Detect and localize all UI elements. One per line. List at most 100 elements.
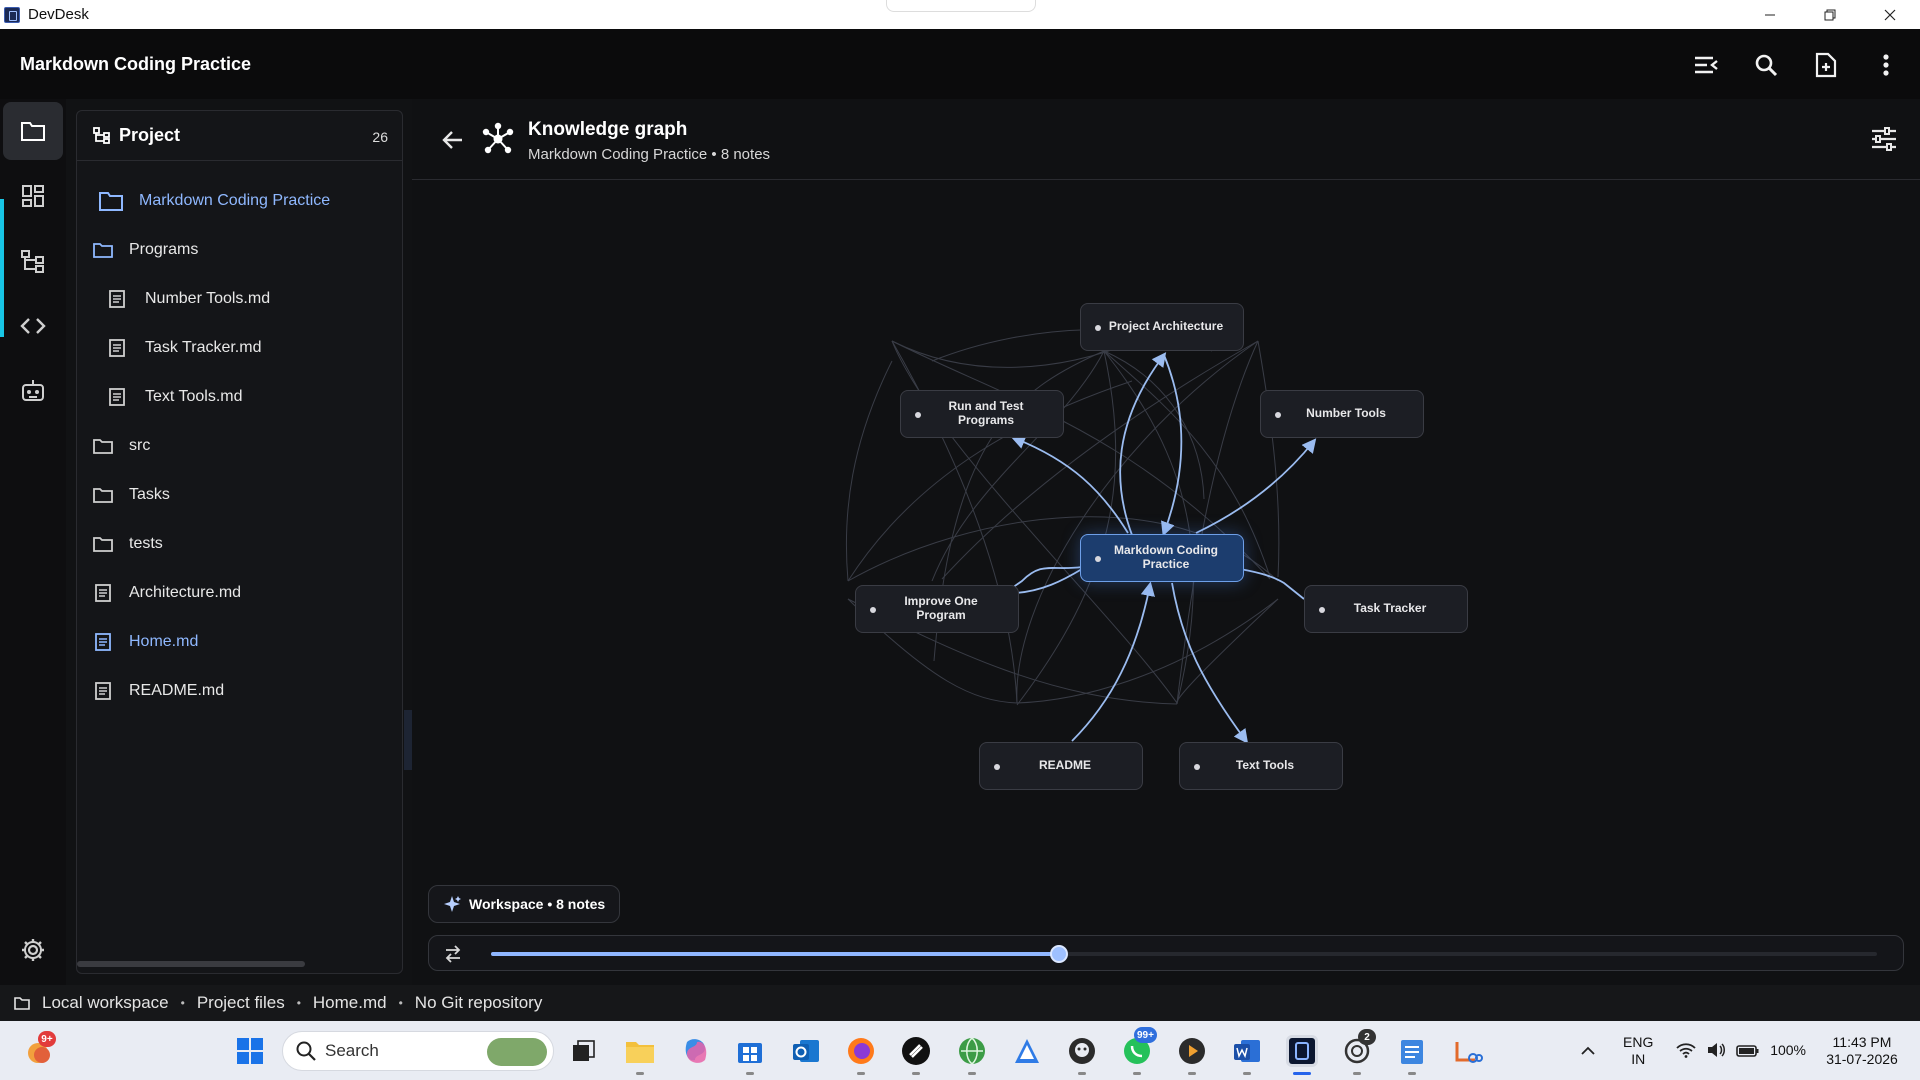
- github-app[interactable]: [1066, 1035, 1098, 1067]
- snipping-tool-app[interactable]: [1452, 1035, 1484, 1067]
- tree-item-architecture[interactable]: Architecture.md: [77, 569, 402, 617]
- tree-item-root[interactable]: Markdown Coding Practice: [77, 177, 402, 225]
- wifi-icon: [1676, 1043, 1696, 1059]
- tree-item-number-tools[interactable]: Number Tools.md: [77, 275, 402, 323]
- panel-horizontal-scrollbar[interactable]: [77, 961, 305, 967]
- search-button[interactable]: [1746, 45, 1786, 85]
- slider-track[interactable]: [491, 945, 1877, 963]
- rail-code[interactable]: [3, 297, 63, 355]
- graph-subtitle: Markdown Coding Practice • 8 notes: [528, 146, 771, 163]
- graph-node-task-tracker[interactable]: Task Tracker: [1304, 585, 1468, 633]
- start-button[interactable]: [234, 1035, 266, 1067]
- graph-node-run-and-test[interactable]: Run and Test Programs: [900, 390, 1064, 438]
- outlook-app[interactable]: [790, 1035, 822, 1067]
- store-app[interactable]: [734, 1035, 766, 1067]
- graph-node-label: Improve One Program: [904, 594, 978, 622]
- graph-node-label: Markdown Coding Practice: [1114, 543, 1218, 571]
- firefox-app[interactable]: [845, 1035, 877, 1067]
- file-explorer-app[interactable]: [624, 1035, 656, 1067]
- tree-item-label: Text Tools.md: [145, 388, 243, 405]
- status-git[interactable]: No Git repository: [415, 993, 543, 1013]
- windows-logo-icon: [237, 1038, 263, 1064]
- folder-icon: [91, 532, 115, 556]
- notepad-app[interactable]: [1396, 1035, 1428, 1067]
- graph-filter-button[interactable]: [1868, 123, 1900, 155]
- status-current-file[interactable]: Home.md: [313, 993, 387, 1013]
- input-language-indicator[interactable]: ENG IN: [1608, 1034, 1668, 1068]
- graph-node-improve-one-program[interactable]: Improve One Program: [855, 585, 1019, 633]
- graph-node-number-tools[interactable]: Number Tools: [1260, 390, 1424, 438]
- tree-item-label: Tasks: [129, 486, 170, 503]
- workspace-scope-button[interactable]: Workspace • 8 notes: [428, 885, 621, 923]
- devdesk-app-icon: [4, 6, 20, 23]
- graph-node-readme[interactable]: README: [979, 742, 1143, 790]
- knowledge-graph-canvas[interactable]: Project Architecture Run and Test Progra…: [412, 181, 1920, 881]
- system-tray: ENG IN 100% 11:43 PM 31-07-2026: [1568, 1021, 1920, 1080]
- task-view-button[interactable]: [568, 1035, 600, 1067]
- node-dot: [870, 607, 876, 613]
- editor-app[interactable]: [1011, 1035, 1043, 1067]
- tree-item-tests[interactable]: tests: [77, 520, 402, 568]
- code-icon: [20, 318, 46, 334]
- minimize-button[interactable]: [1740, 0, 1800, 29]
- rail-settings[interactable]: [3, 921, 63, 979]
- rail-project-tree[interactable]: [3, 232, 63, 290]
- globe-icon: [959, 1037, 985, 1065]
- word-app[interactable]: [1231, 1035, 1263, 1067]
- back-button[interactable]: [438, 125, 468, 155]
- tree-item-src[interactable]: src: [77, 422, 402, 470]
- browser-app[interactable]: [956, 1035, 988, 1067]
- faint-edges: [845, 329, 1280, 706]
- rail-assistant[interactable]: [3, 362, 63, 420]
- graph-edges: [845, 329, 1317, 744]
- taskbar-search[interactable]: Search: [282, 1031, 554, 1071]
- rail-explorer[interactable]: [3, 102, 63, 160]
- swap-direction-button[interactable]: [443, 944, 463, 964]
- menu-collapse-icon: [1695, 56, 1718, 74]
- graph-node-label: Text Tools: [1235, 758, 1295, 773]
- panel-resize-handle[interactable]: [404, 710, 412, 770]
- copilot-app[interactable]: [680, 1035, 712, 1067]
- graph-node-project-architecture[interactable]: Project Architecture: [1080, 303, 1244, 351]
- tree-item-label: Architecture.md: [129, 584, 242, 601]
- workspace-scope-label: Workspace • 8 notes: [469, 896, 606, 912]
- media-player-app[interactable]: [1176, 1035, 1208, 1067]
- folder-icon: [21, 122, 45, 141]
- volume-icon: [1708, 1043, 1726, 1058]
- new-file-icon: [1815, 52, 1837, 78]
- graph-node-label: Run and Test Programs: [948, 399, 1024, 427]
- graph-node-text-tools[interactable]: Text Tools: [1179, 742, 1343, 790]
- rail-dashboard[interactable]: [3, 167, 63, 225]
- collapse-panel-button[interactable]: [1686, 45, 1726, 85]
- battery-percent: 100%: [1770, 1042, 1806, 1059]
- new-file-button[interactable]: [1806, 45, 1846, 85]
- graph-view: Knowledge graph Markdown Coding Practice…: [412, 99, 1920, 985]
- tree-item-tasks[interactable]: Tasks: [77, 471, 402, 519]
- tree-item-text-tools[interactable]: Text Tools.md: [77, 373, 402, 421]
- tree-item-readme[interactable]: README.md: [77, 667, 402, 715]
- gear-icon: [22, 939, 44, 961]
- status-files[interactable]: Project files: [197, 993, 285, 1013]
- tree-item-programs[interactable]: Programs: [77, 226, 402, 274]
- quick-settings-button[interactable]: 100%: [1668, 1042, 1814, 1059]
- devdesk-app[interactable]: [1286, 1035, 1318, 1067]
- restore-button[interactable]: [1800, 0, 1860, 29]
- snap-layout-handle[interactable]: [886, 0, 1036, 12]
- app-running-indicator: [746, 1072, 754, 1075]
- octocat-icon: [1069, 1038, 1095, 1064]
- app-title: Markdown Coding Practice: [20, 53, 252, 74]
- tree-item-task-tracker[interactable]: Task Tracker.md: [77, 324, 402, 372]
- slider-thumb[interactable]: [1050, 945, 1069, 963]
- node-dot: [994, 764, 1000, 770]
- show-hidden-icons-button[interactable]: [1568, 1046, 1608, 1056]
- status-separator: •: [398, 996, 403, 1010]
- graph-node-center[interactable]: Markdown Coding Practice: [1080, 534, 1244, 582]
- more-menu-button[interactable]: [1866, 45, 1906, 85]
- dev-tool-app[interactable]: [900, 1035, 932, 1067]
- tree-item-home[interactable]: Home.md: [77, 618, 402, 666]
- app-running-indicator: [1078, 1072, 1086, 1075]
- status-workspace[interactable]: Local workspace: [42, 993, 169, 1013]
- clock[interactable]: 11:43 PM 31-07-2026: [1814, 1034, 1910, 1068]
- close-button[interactable]: [1860, 0, 1920, 29]
- status-bar: Local workspace • Project files • Home.m…: [0, 985, 1920, 1021]
